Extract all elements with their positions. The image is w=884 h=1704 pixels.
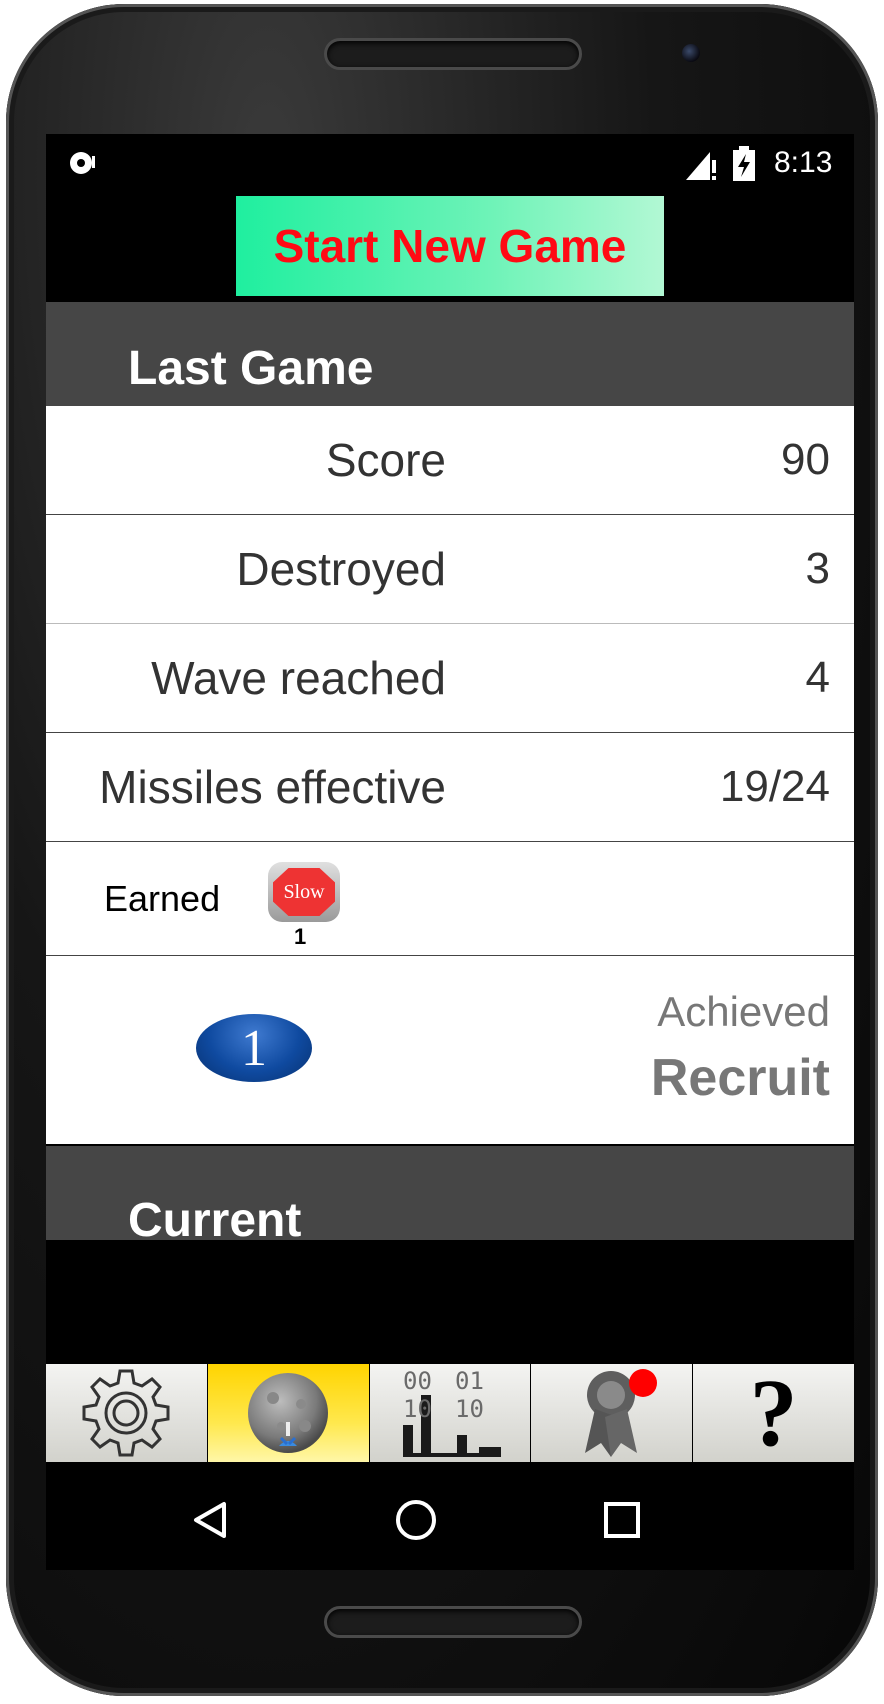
stat-row-wave: Wave reached 4: [46, 624, 854, 733]
stat-row-score: Score 90: [46, 406, 854, 515]
notification-icon: [70, 152, 95, 174]
start-new-game-button[interactable]: Start New Game: [236, 196, 664, 296]
bottom-tab-bar: 00 01 10 10 ?: [46, 1364, 854, 1462]
tab-game[interactable]: [207, 1364, 369, 1462]
gear-icon: [82, 1369, 170, 1457]
tab-help[interactable]: ?: [693, 1364, 854, 1462]
screen: 8:13 Start New Game Last Game Score 90 D…: [46, 134, 854, 1570]
achievements-icon: [584, 1369, 657, 1457]
moon-rocket-icon: [248, 1373, 329, 1453]
status-bar: 8:13: [46, 134, 854, 194]
svg-text:10: 10: [455, 1395, 484, 1423]
front-camera: [682, 44, 700, 62]
last-game-title: Last Game: [128, 342, 374, 395]
rank-row: 1 Achieved Recruit: [46, 956, 854, 1144]
stat-value: 3: [805, 544, 830, 593]
notification-dot: [628, 1369, 657, 1397]
stat-value: 19/24: [719, 762, 830, 811]
help-icon: ?: [749, 1359, 798, 1466]
stat-row-missiles: Missiles effective 19/24: [46, 733, 854, 842]
signal-icon: [686, 152, 716, 180]
stat-value: 90: [781, 435, 830, 484]
recents-icon[interactable]: [602, 1500, 642, 1540]
phone-frame: 8:13 Start New Game Last Game Score 90 D…: [6, 4, 878, 1696]
achieved-label: Achieved: [657, 988, 830, 1035]
current-header: Current: [46, 1146, 854, 1247]
stat-label: Destroyed: [236, 543, 446, 595]
svg-text:00: 00: [403, 1367, 432, 1395]
top-speaker: [324, 38, 582, 70]
slow-powerup-count: 1: [294, 924, 307, 949]
rank-badge-icon: 1: [196, 1014, 312, 1082]
stat-label: Missiles effective: [99, 761, 446, 813]
stat-row-destroyed: Destroyed 3: [46, 515, 854, 624]
svg-text:01: 01: [455, 1367, 484, 1395]
tab-achievements[interactable]: [531, 1364, 693, 1462]
tab-stats[interactable]: 00 01 10 10: [369, 1364, 531, 1462]
back-icon[interactable]: [190, 1500, 230, 1540]
bottom-speaker: [324, 1606, 582, 1638]
home-icon[interactable]: [394, 1498, 438, 1542]
stat-label: Score: [325, 434, 446, 486]
tab-settings[interactable]: [46, 1364, 207, 1462]
stats-binary-icon: 00 01 10 10: [402, 1367, 501, 1457]
earned-row: Earned Slow 1: [46, 842, 854, 956]
slow-badge-text: Slow: [273, 868, 335, 916]
status-clock: 8:13: [774, 146, 833, 179]
rank-name: Recruit: [650, 1049, 830, 1107]
stat-label: Wave reached: [151, 652, 446, 704]
svg-text:10: 10: [403, 1395, 432, 1423]
android-nav-bar: [46, 1462, 854, 1570]
last-game-header: Last Game: [46, 302, 854, 406]
stat-value: 4: [805, 653, 830, 702]
earned-label: Earned: [104, 878, 221, 919]
slow-powerup-icon: Slow: [268, 862, 340, 922]
battery-charging-icon: [733, 146, 755, 181]
last-game-stats: Score 90 Destroyed 3 Wave reached 4 Miss…: [46, 406, 854, 1144]
current-title: Current: [128, 1194, 302, 1247]
